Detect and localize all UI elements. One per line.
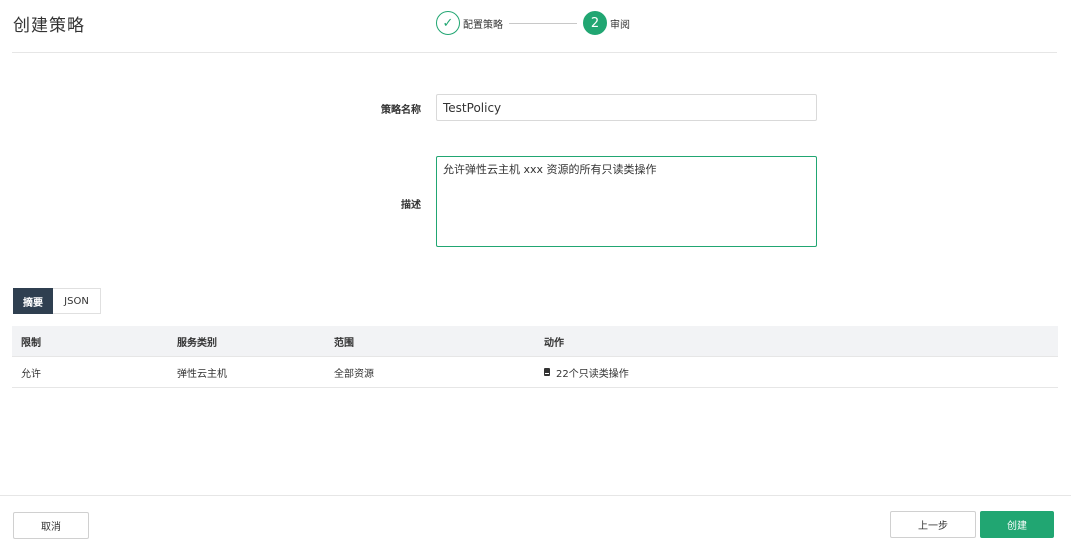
policy-summary-table: 限制 服务类别 范围 动作 允许 弹性云主机 全部资源 22个只读类操作: [12, 326, 1058, 388]
action-count-label[interactable]: 22个只读类操作: [556, 365, 629, 380]
document-icon: [544, 368, 550, 376]
page-title: 创建策略: [13, 16, 85, 36]
step-connector: [509, 22, 577, 24]
description-label: 描述: [401, 200, 421, 211]
tab-summary[interactable]: 摘要: [13, 288, 53, 314]
column-header-effect: 限制: [21, 337, 41, 349]
stepper: ✓ 配置策略 2 审阅: [436, 10, 630, 36]
column-header-action: 动作: [544, 337, 564, 349]
step-2-label: 审阅: [610, 19, 630, 31]
step-1-check-icon: ✓: [436, 11, 460, 35]
policy-name-input[interactable]: TestPolicy: [436, 94, 817, 121]
description-textarea[interactable]: 允许弹性云主机 xxx 资源的所有只读类操作: [436, 156, 817, 247]
header-divider: [12, 52, 1057, 53]
previous-step-button[interactable]: 上一步: [890, 511, 976, 538]
cell-service: 弹性云主机: [177, 368, 227, 380]
cancel-button[interactable]: 取消: [13, 512, 89, 539]
footer-divider: [0, 495, 1071, 496]
column-header-service: 服务类别: [177, 337, 217, 349]
cell-action[interactable]: 22个只读类操作: [531, 365, 1058, 380]
view-tabs: 摘要 JSON: [13, 288, 101, 314]
create-policy-page: 创建策略 ✓ 配置策略 2 审阅 策略名称 TestPolicy 描述 允许弹性…: [0, 0, 1071, 551]
cell-effect: 允许: [21, 368, 41, 380]
step-1-label: 配置策略: [463, 19, 503, 31]
tab-json[interactable]: JSON: [53, 288, 101, 314]
create-button[interactable]: 创建: [980, 511, 1054, 538]
policy-name-label: 策略名称: [381, 105, 421, 116]
cell-scope: 全部资源: [334, 368, 374, 380]
table-row: 允许 弹性云主机 全部资源 22个只读类操作: [12, 357, 1058, 388]
column-header-scope: 范围: [334, 337, 354, 349]
step-2-number: 2: [583, 11, 607, 35]
table-header-row: 限制 服务类别 范围 动作: [12, 326, 1058, 357]
